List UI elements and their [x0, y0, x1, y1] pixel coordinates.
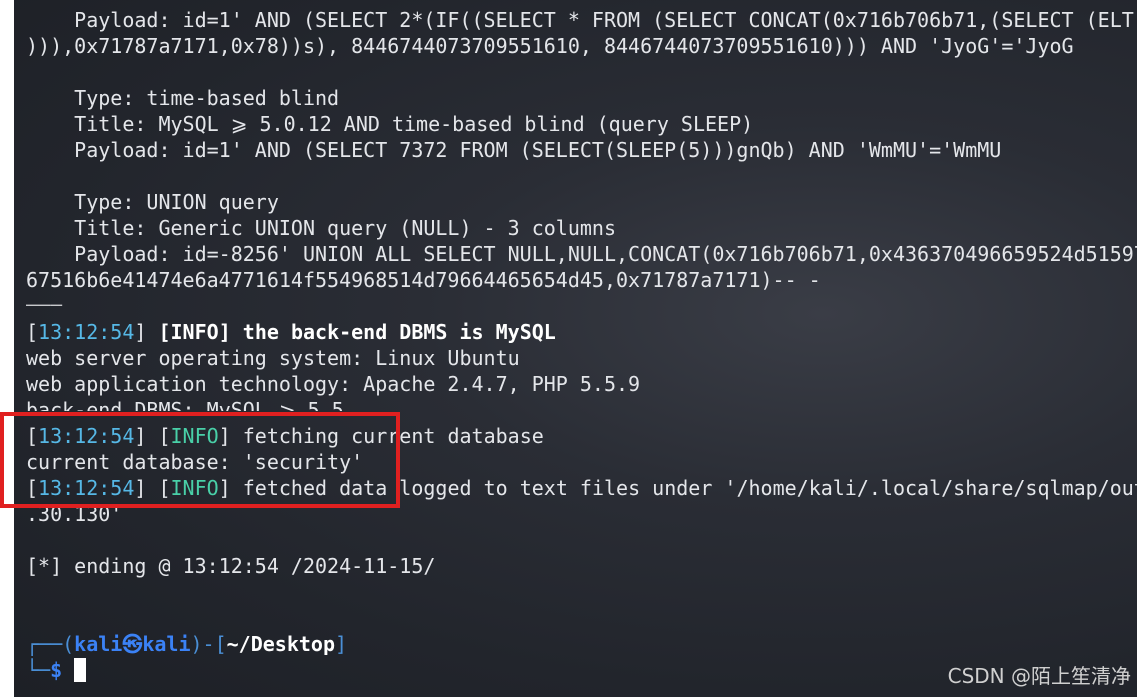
output-line: Type: UNION query — [26, 190, 279, 214]
timestamp: 13:12:54 — [38, 320, 135, 344]
output-line: Payload: id=1' AND (SELECT 2*(IF((SELECT… — [26, 8, 1137, 32]
output-line: Payload: id=-8256' UNION ALL SELECT NULL… — [26, 242, 1137, 266]
prompt-path: ~/Desktop — [226, 632, 335, 656]
prompt-user-host: kali㉿kali — [74, 632, 191, 656]
prompt-input-line[interactable]: └─$ — [26, 657, 87, 683]
output-line-partial: back-end DBMS: MySQL ⩾ 5.5 — [26, 398, 344, 411]
output-line: ))),0x71787a7171,0x78))s), 8446744073709… — [26, 34, 1074, 58]
output-line: web application technology: Apache 2.4.7… — [26, 372, 641, 396]
output-line: web server operating system: Linux Ubunt… — [26, 346, 520, 370]
output-line: Type: time-based blind — [26, 86, 340, 110]
prompt-top-line: ┌──(kali㉿kali)-[~/Desktop] — [26, 632, 348, 656]
separator-line: ——— — [26, 292, 63, 316]
highlight-annotation-box — [0, 412, 400, 508]
output-line: Title: Generic UNION query (NULL) - 3 co… — [26, 216, 617, 240]
output-line: Payload: id=1' AND (SELECT 7372 FROM (SE… — [26, 138, 1002, 162]
prompt-symbol: $ — [50, 658, 63, 682]
ending-line: [*] ending @ 13:12:54 /2024-11-15/ — [26, 554, 436, 578]
info-tag: INFO — [170, 320, 219, 344]
output-line: 67516b6e41474e6a4771614f554968514d796644… — [26, 268, 821, 292]
watermark: CSDN @陌上笙清净 — [947, 664, 1131, 688]
log-line-dbms: [13:12:54] [INFO] the back-end DBMS is M… — [26, 320, 556, 344]
text-cursor — [74, 658, 87, 682]
log-message: the back-end DBMS is MySQL — [230, 320, 556, 344]
output-line: Title: MySQL ⩾ 5.0.12 AND time-based bli… — [26, 112, 754, 136]
terminal-window[interactable]: Payload: id=1' AND (SELECT 2*(IF((SELECT… — [14, 0, 1137, 697]
